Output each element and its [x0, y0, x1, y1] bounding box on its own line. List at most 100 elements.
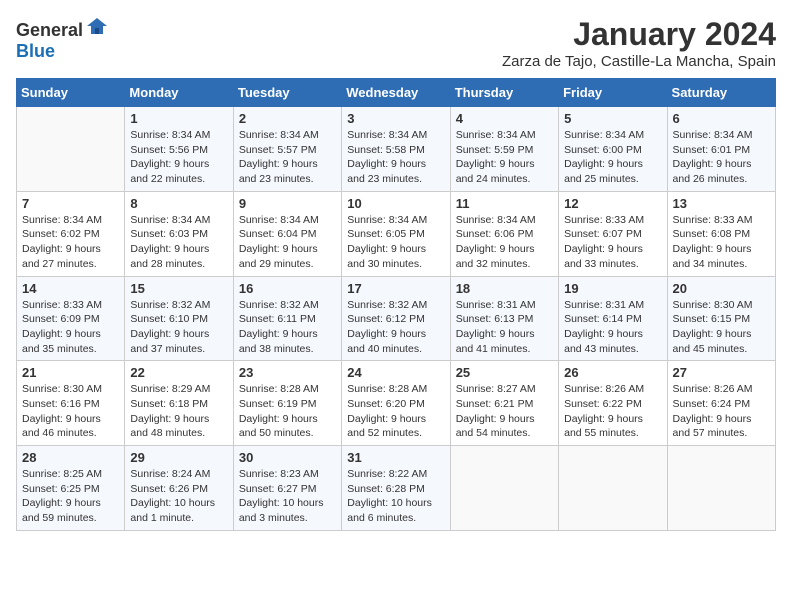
- calendar-cell: 4 Sunrise: 8:34 AMSunset: 5:59 PMDaylight…: [450, 107, 558, 192]
- calendar-header-row: Sunday Monday Tuesday Wednesday Thursday…: [17, 79, 776, 107]
- day-info: Sunrise: 8:28 AMSunset: 6:19 PMDaylight:…: [239, 382, 336, 441]
- day-number: 19: [564, 281, 661, 296]
- day-number: 21: [22, 365, 119, 380]
- month-title: January 2024: [502, 16, 776, 53]
- calendar-cell: 12 Sunrise: 8:33 AMSunset: 6:07 PMDayligh…: [559, 191, 667, 276]
- day-info: Sunrise: 8:32 AMSunset: 6:10 PMDaylight:…: [130, 298, 227, 357]
- day-number: 23: [239, 365, 336, 380]
- day-info: Sunrise: 8:31 AMSunset: 6:14 PMDaylight:…: [564, 298, 661, 357]
- day-info: Sunrise: 8:34 AMSunset: 6:06 PMDaylight:…: [456, 213, 553, 272]
- day-info: Sunrise: 8:34 AMSunset: 6:01 PMDaylight:…: [673, 128, 770, 187]
- day-number: 20: [673, 281, 770, 296]
- calendar-cell: 11Sunrise: 8:34 AMSunset: 6:06 PMDayligh…: [450, 191, 558, 276]
- calendar-cell: 23 Sunrise: 8:28 AMSunset: 6:19 PMDayligh…: [233, 361, 341, 446]
- header-friday: Friday: [559, 79, 667, 107]
- day-info: Sunrise: 8:23 AMSunset: 6:27 PMDaylight:…: [239, 467, 336, 526]
- day-number: 10: [347, 196, 444, 211]
- calendar-cell: 26Sunrise: 8:26 AMSunset: 6:22 PMDayligh…: [559, 361, 667, 446]
- calendar-cell: 18 Sunrise: 8:31 AMSunset: 6:13 PMDayligh…: [450, 276, 558, 361]
- day-info: Sunrise: 8:30 AMSunset: 6:16 PMDaylight:…: [22, 382, 119, 441]
- day-number: 29: [130, 450, 227, 465]
- day-info: Sunrise: 8:33 AMSunset: 6:09 PMDaylight:…: [22, 298, 119, 357]
- calendar-cell: 25Sunrise: 8:27 AMSunset: 6:21 PMDayligh…: [450, 361, 558, 446]
- day-info: Sunrise: 8:34 AMSunset: 5:57 PMDaylight:…: [239, 128, 336, 187]
- day-info: Sunrise: 8:28 AMSunset: 6:20 PMDaylight:…: [347, 382, 444, 441]
- day-info: Sunrise: 8:27 AMSunset: 6:21 PMDaylight:…: [456, 382, 553, 441]
- day-info: Sunrise: 8:24 AMSunset: 6:26 PMDaylight:…: [130, 467, 227, 526]
- header-wednesday: Wednesday: [342, 79, 450, 107]
- calendar-cell: [559, 446, 667, 531]
- calendar-cell: 9Sunrise: 8:34 AMSunset: 6:04 PMDaylight…: [233, 191, 341, 276]
- day-info: Sunrise: 8:29 AMSunset: 6:18 PMDaylight:…: [130, 382, 227, 441]
- calendar-cell: 1 Sunrise: 8:34 AMSunset: 5:56 PMDaylight…: [125, 107, 233, 192]
- logo-general: General: [16, 20, 83, 40]
- logo-icon: [85, 16, 109, 36]
- day-number: 15: [130, 281, 227, 296]
- calendar-cell: 30 Sunrise: 8:23 AMSunset: 6:27 PMDayligh…: [233, 446, 341, 531]
- day-info: Sunrise: 8:31 AMSunset: 6:13 PMDaylight:…: [456, 298, 553, 357]
- calendar-cell: 16 Sunrise: 8:32 AMSunset: 6:11 PMDayligh…: [233, 276, 341, 361]
- day-number: 12: [564, 196, 661, 211]
- logo: General Blue: [16, 16, 109, 62]
- day-info: Sunrise: 8:34 AMSunset: 5:56 PMDaylight:…: [130, 128, 227, 187]
- day-number: 4: [456, 111, 553, 126]
- calendar-cell: 21 Sunrise: 8:30 AMSunset: 6:16 PMDayligh…: [17, 361, 125, 446]
- day-info: Sunrise: 8:32 AMSunset: 6:12 PMDaylight:…: [347, 298, 444, 357]
- logo-blue: Blue: [16, 41, 55, 61]
- day-number: 8: [130, 196, 227, 211]
- day-number: 22: [130, 365, 227, 380]
- day-number: 18: [456, 281, 553, 296]
- day-number: 16: [239, 281, 336, 296]
- day-info: Sunrise: 8:34 AMSunset: 6:03 PMDaylight:…: [130, 213, 227, 272]
- header-thursday: Thursday: [450, 79, 558, 107]
- day-info: Sunrise: 8:34 AMSunset: 6:04 PMDaylight:…: [239, 213, 336, 272]
- day-number: 3: [347, 111, 444, 126]
- day-info: Sunrise: 8:33 AMSunset: 6:07 PMDaylight:…: [564, 213, 661, 272]
- day-info: Sunrise: 8:30 AMSunset: 6:15 PMDaylight:…: [673, 298, 770, 357]
- calendar-week-row: 1 Sunrise: 8:34 AMSunset: 5:56 PMDaylight…: [17, 107, 776, 192]
- day-number: 5: [564, 111, 661, 126]
- day-number: 28: [22, 450, 119, 465]
- calendar-cell: 19 Sunrise: 8:31 AMSunset: 6:14 PMDayligh…: [559, 276, 667, 361]
- calendar-cell: 27 Sunrise: 8:26 AMSunset: 6:24 PMDayligh…: [667, 361, 775, 446]
- calendar-table: Sunday Monday Tuesday Wednesday Thursday…: [16, 78, 776, 531]
- day-info: Sunrise: 8:22 AMSunset: 6:28 PMDaylight:…: [347, 467, 444, 526]
- day-info: Sunrise: 8:34 AMSunset: 5:58 PMDaylight:…: [347, 128, 444, 187]
- calendar-week-row: 21 Sunrise: 8:30 AMSunset: 6:16 PMDayligh…: [17, 361, 776, 446]
- day-info: Sunrise: 8:34 AMSunset: 5:59 PMDaylight:…: [456, 128, 553, 187]
- day-number: 24: [347, 365, 444, 380]
- day-info: Sunrise: 8:34 AMSunset: 6:00 PMDaylight:…: [564, 128, 661, 187]
- calendar-cell: 5 Sunrise: 8:34 AMSunset: 6:00 PMDaylight…: [559, 107, 667, 192]
- day-number: 17: [347, 281, 444, 296]
- day-number: 31: [347, 450, 444, 465]
- day-info: Sunrise: 8:26 AMSunset: 6:22 PMDaylight:…: [564, 382, 661, 441]
- calendar-cell: 3 Sunrise: 8:34 AMSunset: 5:58 PMDaylight…: [342, 107, 450, 192]
- day-info: Sunrise: 8:25 AMSunset: 6:25 PMDaylight:…: [22, 467, 119, 526]
- location-subtitle: Zarza de Tajo, Castille-La Mancha, Spain: [502, 53, 776, 70]
- header-tuesday: Tuesday: [233, 79, 341, 107]
- day-info: Sunrise: 8:34 AMSunset: 6:02 PMDaylight:…: [22, 213, 119, 272]
- calendar-cell: 28 Sunrise: 8:25 AMSunset: 6:25 PMDayligh…: [17, 446, 125, 531]
- calendar-cell: 14Sunrise: 8:33 AMSunset: 6:09 PMDayligh…: [17, 276, 125, 361]
- title-block: January 2024 Zarza de Tajo, Castille-La …: [502, 16, 776, 70]
- day-info: Sunrise: 8:34 AMSunset: 6:05 PMDaylight:…: [347, 213, 444, 272]
- day-number: 27: [673, 365, 770, 380]
- header-sunday: Sunday: [17, 79, 125, 107]
- calendar-cell: 20 Sunrise: 8:30 AMSunset: 6:15 PMDayligh…: [667, 276, 775, 361]
- day-number: 6: [673, 111, 770, 126]
- day-info: Sunrise: 8:26 AMSunset: 6:24 PMDaylight:…: [673, 382, 770, 441]
- day-number: 13: [673, 196, 770, 211]
- day-info: Sunrise: 8:32 AMSunset: 6:11 PMDaylight:…: [239, 298, 336, 357]
- day-number: 30: [239, 450, 336, 465]
- header-saturday: Saturday: [667, 79, 775, 107]
- calendar-cell: 29 Sunrise: 8:24 AMSunset: 6:26 PMDayligh…: [125, 446, 233, 531]
- calendar-cell: 7Sunrise: 8:34 AMSunset: 6:02 PMDaylight…: [17, 191, 125, 276]
- calendar-cell: 17 Sunrise: 8:32 AMSunset: 6:12 PMDayligh…: [342, 276, 450, 361]
- calendar-cell: 10 Sunrise: 8:34 AMSunset: 6:05 PMDayligh…: [342, 191, 450, 276]
- calendar-cell: 15 Sunrise: 8:32 AMSunset: 6:10 PMDayligh…: [125, 276, 233, 361]
- day-info: Sunrise: 8:33 AMSunset: 6:08 PMDaylight:…: [673, 213, 770, 272]
- calendar-cell: 31 Sunrise: 8:22 AMSunset: 6:28 PMDayligh…: [342, 446, 450, 531]
- header-monday: Monday: [125, 79, 233, 107]
- day-number: 1: [130, 111, 227, 126]
- calendar-cell: [667, 446, 775, 531]
